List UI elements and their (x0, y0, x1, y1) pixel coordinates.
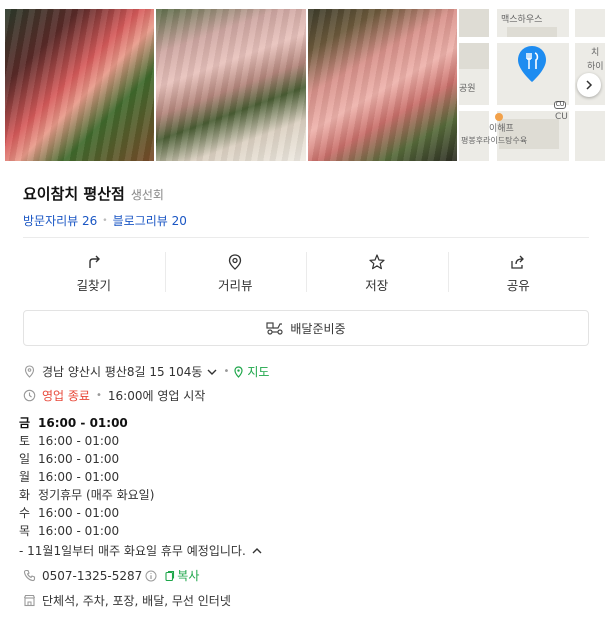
hours-day: 월 (19, 470, 31, 484)
directions-icon (89, 255, 100, 268)
hours-day: 목 (19, 524, 31, 538)
map-label-5: 치 (591, 48, 600, 58)
hours-row: 토 16:00 - 01:00 (19, 432, 154, 450)
hours-time: 16:00 - 01:00 (38, 524, 120, 538)
chevron-down-icon[interactable] (205, 365, 219, 379)
hours-time: 16:00 - 01:00 (38, 506, 120, 520)
photo-gallery[interactable]: 맥스하우스 CU 이해프 평봉후라이드탕수육 치 하이 공원 CU (5, 9, 605, 161)
star-icon (369, 254, 385, 270)
hours-day: 수 (19, 506, 31, 520)
building-icon (23, 594, 36, 607)
hours-time: 16:00 - 01:00 (38, 470, 120, 484)
hours-row: 수 16:00 - 01:00 (19, 504, 154, 522)
copy-icon (165, 570, 175, 581)
separator-dot: • (95, 390, 102, 401)
header-divider (23, 237, 589, 238)
location-pin-icon (24, 365, 35, 378)
hours-day: 일 (19, 452, 31, 466)
street-view-label: 거리뷰 (217, 278, 253, 293)
directions-label: 길찾기 (76, 278, 111, 293)
info-icon[interactable] (145, 570, 157, 582)
hours-notice-text: - 11월1일부터 매주 화요일 휴무 예정입니다. (19, 544, 246, 558)
opening-hours-list: 금 16:00 - 01:00 토 16:00 - 01:00 일 16:00 … (19, 414, 154, 540)
hours-notice: - 11월1일부터 매주 화요일 휴무 예정입니다. (19, 542, 264, 559)
photo-1[interactable] (5, 9, 154, 161)
map-label-1: 맥스하우스 (501, 15, 543, 25)
hours-row: 일 16:00 - 01:00 (19, 450, 154, 468)
phone-row: 0507-1325-5287 복사 (23, 567, 199, 584)
hours-time: 16:00 - 01:00 (38, 434, 120, 448)
map-thumbnail[interactable]: 맥스하우스 CU 이해프 평봉후라이드탕수육 치 하이 공원 CU (459, 9, 605, 161)
delivery-scooter-icon (266, 322, 283, 335)
status-closed-text: 영업 종료 (42, 389, 90, 403)
amenities-text: 단체석, 주차, 포장, 배달, 무선 인터넷 (42, 594, 231, 608)
map-pin-icon (518, 46, 546, 82)
hours-row-today: 금 16:00 - 01:00 (19, 414, 154, 432)
share-label: 공유 (506, 278, 530, 293)
amenities-row: 단체석, 주차, 포장, 배달, 무선 인터넷 (23, 592, 231, 609)
delivery-button[interactable]: 배달준비중 (23, 310, 589, 346)
phone-number[interactable]: 0507-1325-5287 (42, 569, 142, 583)
clock-icon (23, 389, 36, 402)
map-label-7: 공원 (459, 84, 476, 94)
delivery-label: 배달준비중 (290, 321, 346, 336)
action-bar: 길찾기 거리뷰 저장 공유 (23, 252, 589, 294)
street-view-button[interactable]: 거리뷰 (164, 252, 307, 294)
separator-dot: • (102, 215, 108, 226)
share-button[interactable]: 공유 (447, 252, 590, 294)
map-label-3: 이해프 (489, 124, 514, 134)
photo-3[interactable] (308, 9, 457, 161)
hours-row: 목 16:00 - 01:00 (19, 522, 154, 540)
copy-phone-button[interactable]: 복사 (177, 567, 199, 584)
hours-time: 16:00 - 01:00 (38, 416, 128, 430)
cu-store-badge: CU (554, 101, 566, 109)
restaurant-marker-icon (495, 113, 503, 121)
hours-day: 토 (19, 434, 31, 448)
phone-icon (23, 569, 36, 582)
map-label-4: 평봉후라이드탕수육 (461, 136, 528, 145)
map-label-6: 하이 (587, 62, 604, 72)
save-label: 저장 (365, 278, 389, 293)
visitor-reviews-link[interactable]: 방문자리뷰 26 (23, 212, 97, 229)
chevron-up-icon[interactable] (250, 544, 264, 558)
status-next-open-text: 16:00에 영업 시작 (107, 389, 206, 403)
directions-button[interactable]: 길찾기 (23, 252, 165, 294)
hours-time: 정기휴무 (매주 화요일) (38, 488, 155, 502)
chevron-right-icon (586, 80, 593, 90)
place-header: 요이참치 평산점 생선회 방문자리뷰 26 • 블로그리뷰 20 (23, 183, 187, 229)
address-text: 경남 양산시 평산8길 15 104동 (42, 365, 203, 379)
share-icon (511, 255, 525, 269)
photo-2[interactable] (156, 9, 306, 161)
map-link[interactable]: 지도 (247, 363, 269, 380)
hours-row: 월 16:00 - 01:00 (19, 468, 154, 486)
place-category: 생선회 (130, 188, 164, 202)
street-view-icon (229, 254, 242, 270)
gallery-next-button[interactable] (577, 73, 601, 97)
hours-day: 금 (19, 416, 31, 430)
hours-row: 화 정기휴무 (매주 화요일) (19, 486, 154, 504)
address-row: 경남 양산시 평산8길 15 104동 • 지도 (23, 363, 269, 380)
place-name: 요이참치 평산점 (23, 185, 125, 203)
map-pin-green-icon (234, 365, 243, 378)
hours-day: 화 (19, 488, 31, 502)
blog-reviews-link[interactable]: 블로그리뷰 20 (113, 212, 187, 229)
business-status-row[interactable]: 영업 종료 • 16:00에 영업 시작 (23, 387, 205, 404)
save-button[interactable]: 저장 (306, 252, 448, 294)
map-label-2: CU (555, 112, 568, 122)
hours-time: 16:00 - 01:00 (38, 452, 120, 466)
separator-dot: • (223, 366, 230, 377)
